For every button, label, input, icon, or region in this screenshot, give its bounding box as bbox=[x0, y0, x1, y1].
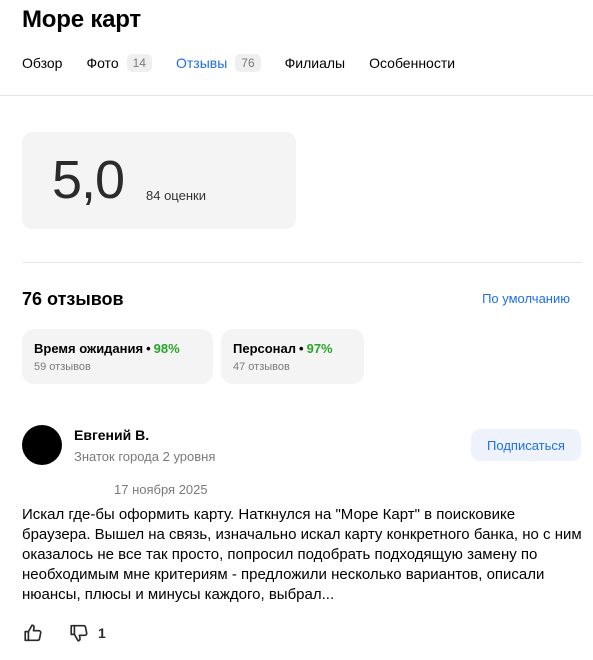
tab-reviews[interactable]: Отзывы 76 bbox=[176, 54, 261, 72]
reviews-heading: 76 отзывов bbox=[22, 289, 124, 309]
thumb-up-icon bbox=[22, 622, 44, 644]
rating-value: 5,0 bbox=[52, 150, 125, 210]
tab-features[interactable]: Особенности bbox=[369, 55, 455, 71]
tab-overview[interactable]: Обзор bbox=[22, 55, 62, 71]
review-reactions: 1 bbox=[22, 622, 106, 644]
tab-label: Особенности bbox=[369, 55, 456, 71]
tab-label: Филиалы bbox=[284, 55, 346, 71]
sort-dropdown[interactable]: По умолчанию bbox=[482, 291, 570, 306]
aspect-chip-waiting-time[interactable]: Время ожидания • 98% 59 отзывов bbox=[22, 329, 213, 384]
review-text[interactable]: Искал где-бы оформить карту. Наткнулся н… bbox=[22, 505, 582, 605]
aspect-review-count: 47 отзывов bbox=[233, 361, 290, 373]
rating-summary-card: 5,0 84 оценки bbox=[22, 132, 296, 229]
aspect-percent: 97% bbox=[306, 341, 333, 356]
aspect-chip-staff[interactable]: Персонал • 97% 47 отзывов bbox=[221, 329, 364, 384]
aspect-name: Время ожидания bbox=[34, 341, 144, 356]
aspect-separator: • bbox=[146, 341, 151, 356]
aspect-name: Персонал bbox=[233, 341, 297, 356]
page-title: Море карт bbox=[22, 6, 141, 33]
aspect-percent: 98% bbox=[153, 341, 180, 356]
subscribe-button[interactable]: Подписаться bbox=[471, 429, 581, 461]
divider bbox=[22, 262, 582, 263]
tab-count-badge: 76 bbox=[235, 54, 261, 72]
review-author-level: Знаток города 2 уровня bbox=[74, 449, 216, 464]
tab-label: Фото bbox=[86, 55, 119, 71]
tab-photos[interactable]: Фото 14 bbox=[86, 54, 152, 72]
thumb-down-icon bbox=[68, 622, 90, 644]
aspect-separator: • bbox=[299, 341, 304, 356]
divider bbox=[0, 95, 593, 96]
review-author-name[interactable]: Евгений В. bbox=[74, 427, 149, 443]
tabs-bar: Обзор Фото 14 Отзывы 76 Филиалы Особенно… bbox=[22, 53, 479, 73]
tab-label: Отзывы bbox=[175, 55, 228, 71]
review-date: 17 ноября 2025 bbox=[114, 482, 208, 497]
rating-count: 84 оценки bbox=[146, 188, 206, 203]
like-button[interactable] bbox=[22, 622, 44, 644]
avatar[interactable] bbox=[22, 425, 62, 465]
dislike-button[interactable]: 1 bbox=[68, 622, 106, 644]
tab-branches[interactable]: Филиалы bbox=[285, 55, 345, 71]
dislike-count: 1 bbox=[98, 625, 106, 641]
aspect-review-count: 59 отзывов bbox=[34, 361, 91, 373]
aspect-title: Время ожидания • 98% bbox=[34, 341, 201, 356]
tab-label: Обзор bbox=[22, 55, 63, 71]
tab-count-badge: 14 bbox=[126, 54, 152, 72]
aspect-title: Персонал • 97% bbox=[233, 341, 352, 356]
